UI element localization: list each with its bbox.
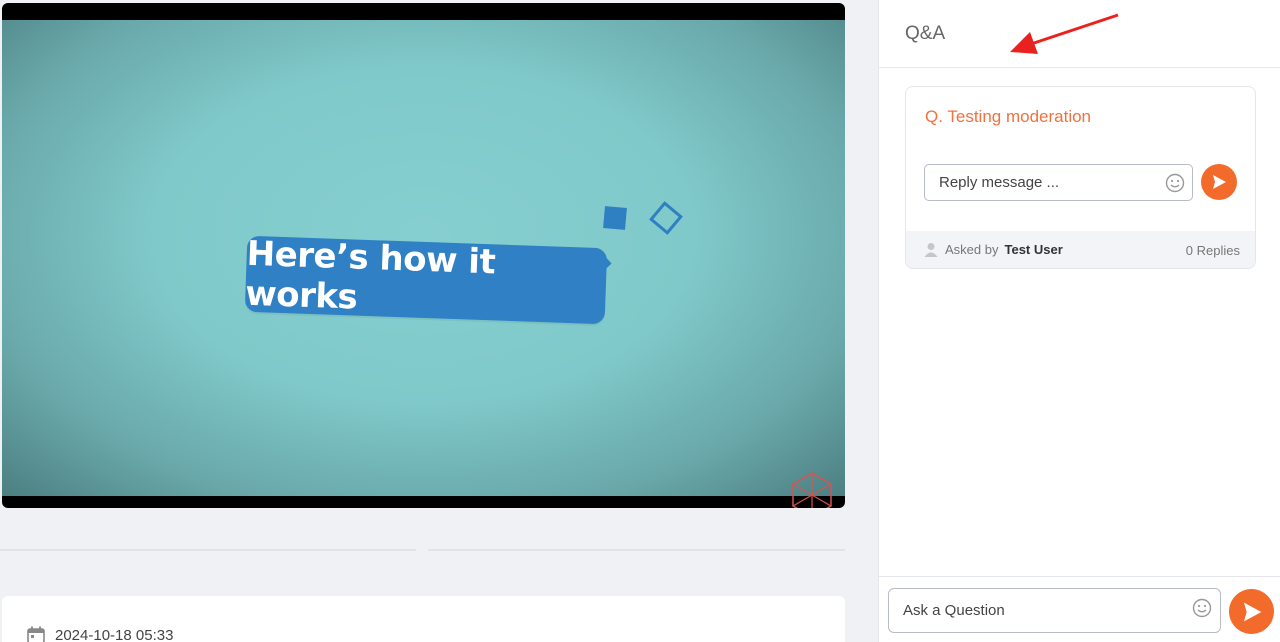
session-date: 2024-10-18 05:33 xyxy=(26,625,173,642)
ask-question-input[interactable] xyxy=(889,589,1179,632)
asked-by: Asked by Test User xyxy=(923,241,1063,257)
send-question-button[interactable] xyxy=(1229,589,1274,634)
calendar-icon xyxy=(27,626,45,642)
question-text: Q. Testing moderation xyxy=(925,107,1091,126)
qa-title: Q&A xyxy=(905,23,946,44)
send-icon xyxy=(1243,602,1261,621)
reply-input-box xyxy=(924,164,1193,201)
qa-panel: Q&A Q. Testing moderation A xyxy=(878,0,1280,642)
replies-count[interactable]: 0 Replies xyxy=(1186,243,1240,258)
tab-divider-left xyxy=(0,549,416,551)
reply-input[interactable] xyxy=(925,165,1150,200)
send-reply-button[interactable] xyxy=(1201,164,1237,200)
asked-by-user: Test User xyxy=(1004,241,1063,257)
annotation-arrow-icon xyxy=(1010,13,1119,54)
emoji-icon[interactable] xyxy=(1165,173,1185,193)
date-text: 2024-10-18 05:33 xyxy=(55,626,174,642)
caption-bubble: Here’s how it works xyxy=(244,233,612,325)
filled-square-shape xyxy=(603,206,627,230)
user-avatar-icon xyxy=(924,243,938,257)
question-card: Q. Testing moderation Asked by xyxy=(905,86,1256,269)
video-caption: Here’s how it works xyxy=(244,233,496,318)
video-player[interactable]: Here’s how it works xyxy=(2,3,845,508)
video-frame[interactable]: Here’s how it works xyxy=(2,20,845,508)
emoji-icon[interactable] xyxy=(1192,598,1212,618)
ask-input-box xyxy=(888,588,1221,633)
outline-square-shape xyxy=(649,201,683,235)
send-icon xyxy=(1213,175,1226,189)
asked-by-label: Asked by xyxy=(945,241,999,257)
hexagon-watermark-icon xyxy=(792,472,832,508)
tab-divider-right xyxy=(428,549,845,551)
question-footer: Asked by Test User 0 Replies xyxy=(906,231,1255,268)
ask-question-bar xyxy=(879,576,1280,642)
